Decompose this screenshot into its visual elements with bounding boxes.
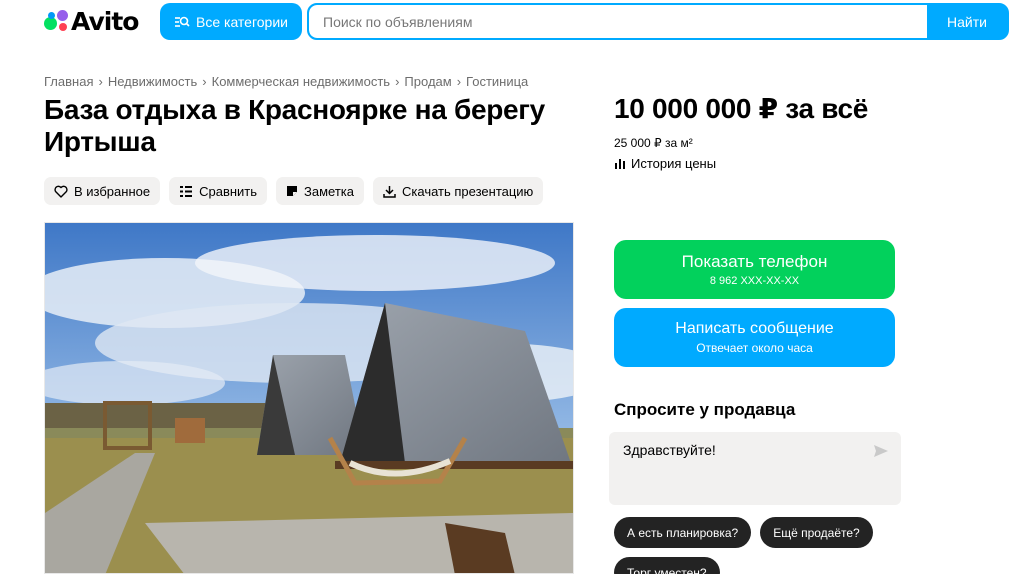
download-icon	[383, 185, 396, 198]
listing-actions: В избранное Сравнить Заметка Скачать пре…	[44, 177, 544, 205]
download-label: Скачать презентацию	[402, 183, 534, 199]
ask-seller-box: Здравствуйте!	[609, 432, 901, 505]
note-button[interactable]: Заметка	[276, 177, 365, 205]
breadcrumb-item-hotel[interactable]: Гостиница	[466, 74, 528, 89]
quick-question-chip[interactable]: А есть планировка?	[614, 517, 752, 548]
price-history-link[interactable]: История цены	[614, 156, 716, 171]
all-categories-label: Все категории	[196, 13, 288, 30]
compare-icon	[180, 185, 193, 197]
quick-question-chip[interactable]: Торг уместен?	[614, 557, 720, 574]
phone-number-masked: 8 962 XXX-XX-XX	[709, 275, 800, 287]
price: 10 000 000 ₽ за всё	[614, 93, 869, 124]
breadcrumb-item-realty[interactable]: Недвижимость	[108, 74, 197, 89]
breadcrumb-separator: ›	[456, 74, 462, 89]
ask-seller-input[interactable]: Здравствуйте!	[623, 442, 863, 458]
show-phone-label: Показать телефон	[681, 252, 828, 271]
avito-logo[interactable]: Avito	[44, 6, 139, 36]
bar-chart-icon	[615, 158, 625, 169]
search-input[interactable]	[309, 5, 927, 38]
breadcrumb-item-sell[interactable]: Продам	[404, 74, 451, 89]
logo-dots-icon	[44, 9, 68, 33]
search-button[interactable]: Найти	[927, 5, 1007, 38]
note-icon	[287, 186, 298, 196]
heart-icon	[54, 185, 68, 198]
logo-text: Avito	[71, 6, 139, 36]
show-phone-button[interactable]: Показать телефон 8 962 XXX-XX-XX	[614, 240, 895, 299]
breadcrumb-separator: ›	[202, 74, 207, 89]
note-label: Заметка	[304, 183, 355, 199]
search-list-icon	[175, 16, 190, 27]
search-bar: Найти	[307, 3, 1009, 40]
price-history-label: История цены	[631, 156, 717, 171]
breadcrumb-item-home[interactable]: Главная	[44, 74, 93, 89]
breadcrumb-separator: ›	[98, 74, 103, 89]
response-time: Отвечает около часа	[696, 341, 813, 355]
ask-seller-title: Спросите у продавца	[614, 400, 796, 419]
gallery-image	[45, 223, 573, 573]
quick-questions: А есть планировка? Ещё продаёте? Торг ум…	[614, 517, 914, 574]
quick-question-chip[interactable]: Ещё продаёте?	[760, 517, 873, 548]
compare-label: Сравнить	[199, 183, 258, 199]
breadcrumb: Главная › Недвижимость › Коммерческая не…	[44, 74, 528, 89]
all-categories-button[interactable]: Все категории	[160, 3, 302, 40]
favorite-button[interactable]: В избранное	[44, 177, 161, 205]
breadcrumb-separator: ›	[395, 74, 400, 89]
compare-button[interactable]: Сравнить	[169, 177, 268, 205]
write-message-label: Написать сообщение	[675, 320, 834, 337]
price-per-m2: 25 000 ₽ за м²	[614, 136, 693, 150]
breadcrumb-item-commercial[interactable]: Коммерческая недвижимость	[212, 74, 390, 89]
listing-title: База отдыха в Красноярке на берегу Иртыш…	[44, 94, 545, 157]
download-presentation-button[interactable]: Скачать презентацию	[373, 177, 544, 205]
listing-photo[interactable]	[44, 222, 574, 574]
write-message-button[interactable]: Написать сообщение Отвечает около часа	[614, 308, 895, 367]
send-icon[interactable]	[873, 444, 889, 458]
favorite-label: В избранное	[74, 183, 151, 199]
